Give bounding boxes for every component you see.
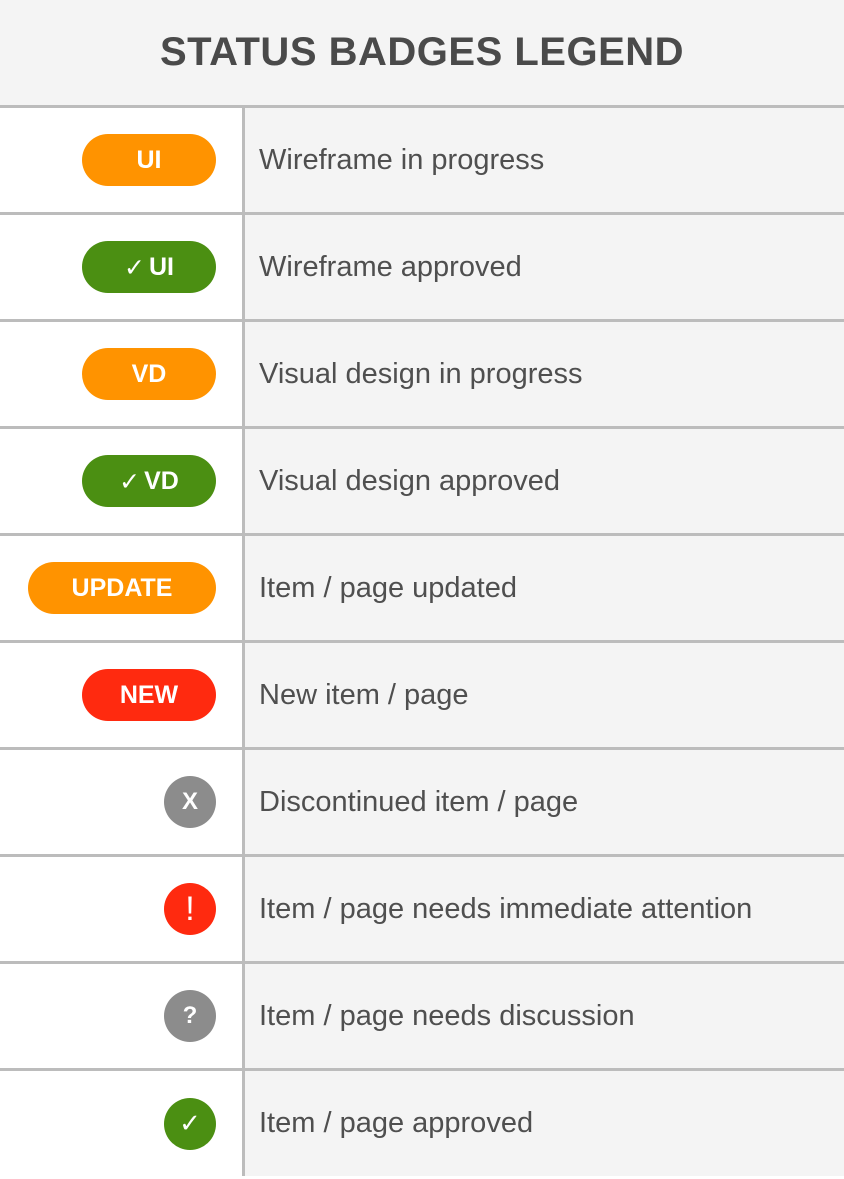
badge-cell: UI [0,108,245,212]
badge-cell: ✓ [0,1071,245,1176]
row-description: Item / page needs discussion [259,999,635,1032]
new-badge: NEW [82,669,216,721]
check-icon: ✓ [119,466,141,496]
badge-label: UPDATE [71,573,173,602]
description-cell: Item / page needs immediate attention [245,857,844,961]
vd-badge: VD [82,348,216,400]
row-description: Visual design approved [259,464,560,497]
description-cell: Visual design in progress [245,322,844,426]
badge-cell: UPDATE [0,536,245,640]
question-mark-icon: ? [164,990,216,1042]
legend-row-wireframe-approved: ✓ UI Wireframe approved [0,215,844,322]
check-icon: ✓ [124,252,145,282]
legend-row-visual-design-in-progress: VD Visual design in progress [0,322,844,429]
row-description: Discontinued item / page [259,785,579,818]
ui-approved-badge: ✓ UI [82,241,216,293]
legend-row-wireframe-in-progress: UI Wireframe in progress [0,108,844,215]
description-cell: Item / page needs discussion [245,964,844,1068]
row-description: Wireframe approved [259,250,522,283]
badge-cell: ? [0,964,245,1068]
row-description: Wireframe in progress [259,143,545,176]
legend-row-approved: ✓ Item / page approved [0,1071,844,1176]
legend-row-needs-attention: ! Item / page needs immediate attention [0,857,844,964]
check-icon: ✓ [179,1108,201,1139]
legend-row-visual-design-approved: ✓ VD Visual design approved [0,429,844,536]
legend-row-discontinued: X Discontinued item / page [0,750,844,857]
badge-cell: ✓ UI [0,215,245,319]
exclamation-icon: ! [164,883,216,935]
row-description: New item / page [259,678,469,711]
description-cell: New item / page [245,643,844,747]
badge-label: UI [136,145,162,174]
row-description: Item / page updated [259,571,517,604]
badge-label: VD [144,466,179,495]
description-cell: Item / page updated [245,536,844,640]
badge-label: ? [182,1002,198,1029]
description-cell: Visual design approved [245,429,844,533]
badge-cell: VD [0,322,245,426]
update-badge: UPDATE [28,562,216,614]
legend-row-new-item: NEW New item / page [0,643,844,750]
badge-cell: ! [0,857,245,961]
legend-table: UI Wireframe in progress ✓ UI Wireframe … [0,108,844,1176]
description-cell: Item / page approved [245,1071,844,1176]
ui-badge: UI [82,134,216,186]
legend-row-item-updated: UPDATE Item / page updated [0,536,844,643]
row-description: Visual design in progress [259,357,583,390]
badge-label: ! [185,889,195,928]
approved-check-icon: ✓ [164,1097,216,1150]
badge-cell: NEW [0,643,245,747]
badge-label: X [181,788,198,815]
row-description: Item / page needs immediate attention [259,892,753,925]
badge-label: VD [131,359,167,388]
vd-approved-badge: ✓ VD [82,455,216,507]
badge-cell: X [0,750,245,854]
badge-label: NEW [119,680,179,709]
page-title: STATUS BADGES LEGEND [159,30,685,74]
legend-header: STATUS BADGES LEGEND [0,0,844,108]
description-cell: Discontinued item / page [245,750,844,854]
description-cell: Wireframe in progress [245,108,844,212]
badge-label: UI [148,252,174,281]
legend-row-needs-discussion: ? Item / page needs discussion [0,964,844,1071]
description-cell: Wireframe approved [245,215,844,319]
discontinued-x-icon: X [164,776,216,828]
badge-cell: ✓ VD [0,429,245,533]
row-description: Item / page approved [259,1107,534,1139]
